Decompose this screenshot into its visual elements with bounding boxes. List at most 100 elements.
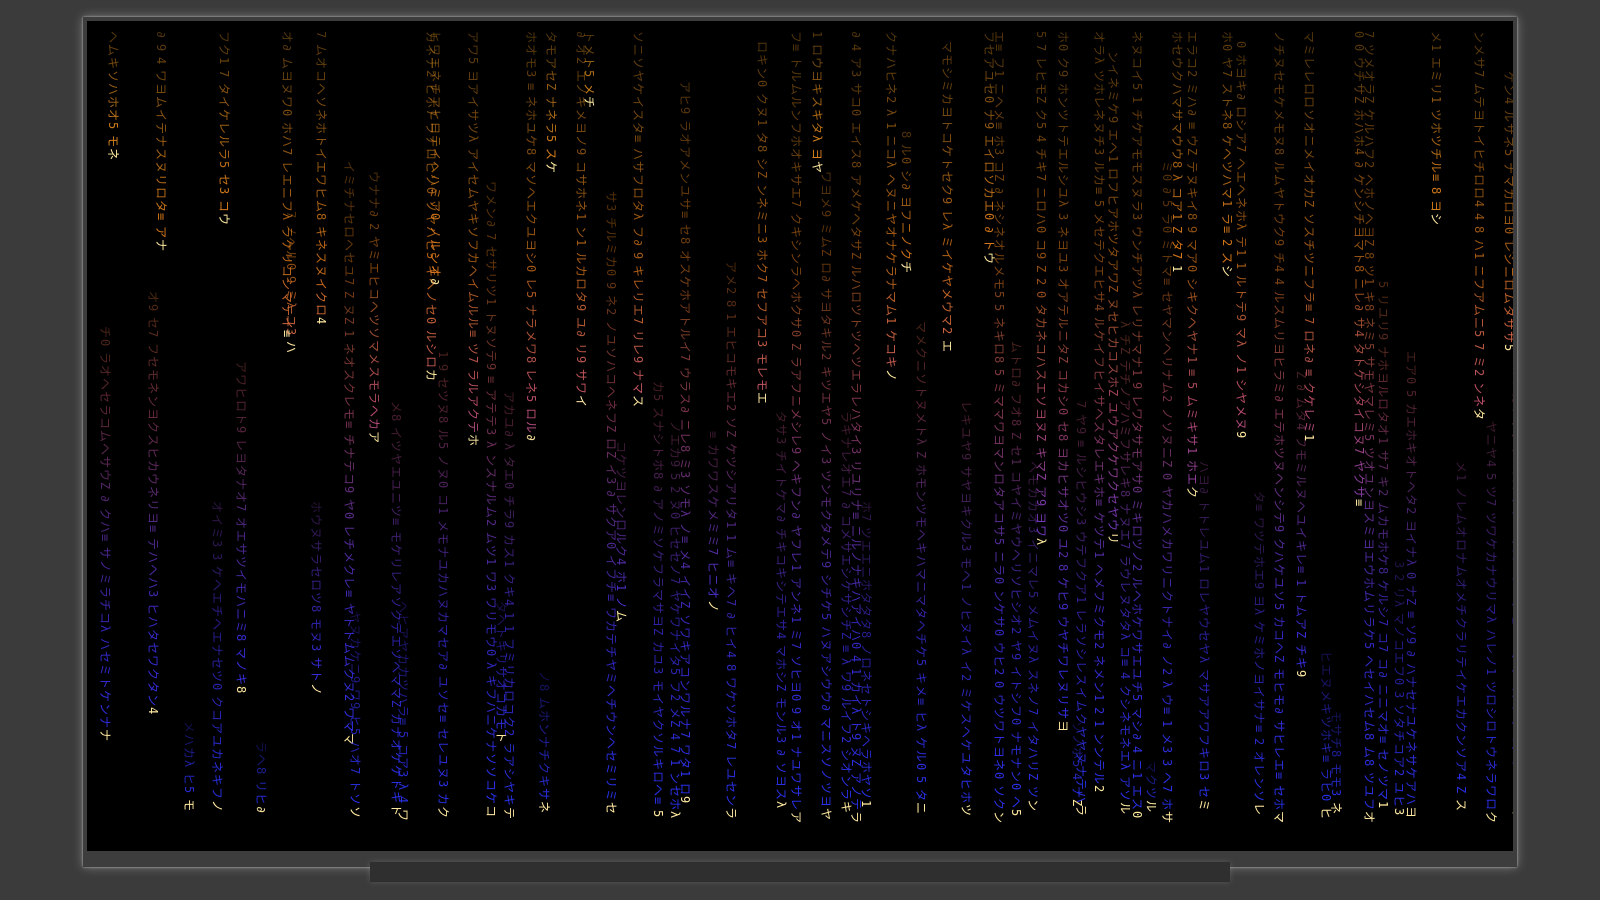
digital-rain-glyph-icon: ヌ bbox=[1272, 460, 1286, 472]
digital-rain-glyph-icon: ツ bbox=[484, 285, 498, 297]
digital-rain-glyph-icon: セ bbox=[544, 70, 558, 82]
digital-rain-glyph-icon: ヨ bbox=[1404, 520, 1418, 532]
digital-rain-glyph-icon: ル bbox=[1130, 577, 1144, 589]
digital-rain-glyph-icon: ホ bbox=[1362, 577, 1376, 589]
digital-rain-glyph-icon: セ bbox=[146, 356, 160, 368]
digital-rain-glyph-icon: オ bbox=[1362, 70, 1376, 82]
digital-rain-glyph-icon: ラ bbox=[859, 748, 873, 760]
digital-rain-glyph-icon: リ bbox=[389, 557, 403, 569]
digital-rain-glyph-icon: λ bbox=[1092, 57, 1106, 64]
digital-rain-glyph-icon: ≡ bbox=[678, 211, 692, 218]
digital-rain-glyph-icon: ノ bbox=[1118, 386, 1132, 398]
digital-rain-glyph-icon: オ bbox=[1376, 723, 1390, 735]
digital-rain-glyph-icon: ネ bbox=[210, 761, 224, 773]
digital-rain-glyph-icon: 9 bbox=[1009, 653, 1023, 660]
digital-rain-glyph-icon: ヤ bbox=[884, 213, 898, 225]
digital-rain-glyph-icon: セ bbox=[342, 252, 356, 264]
digital-rain-glyph-icon: 0 bbox=[992, 772, 1006, 779]
digital-rain-glyph-icon: 3 bbox=[1056, 213, 1070, 220]
digital-rain-glyph-icon: ナ bbox=[1510, 497, 1513, 509]
digital-rain-glyph-icon: Z bbox=[342, 291, 356, 298]
digital-rain-glyph-icon: λ bbox=[940, 223, 954, 230]
digital-rain-glyph-icon: ミ bbox=[992, 382, 1006, 394]
digital-rain-glyph-icon: ヘ bbox=[724, 586, 738, 598]
digital-rain-glyph-icon: ヘ bbox=[466, 265, 480, 277]
digital-rain-glyph-icon: ア bbox=[466, 83, 480, 95]
digital-rain-glyph-icon: ロ bbox=[1034, 200, 1048, 212]
monitor-frame: ヘムキソハホオ 5 モネチ 0 ラオヘセラコムヘサウ Z ∂ クハ ≡ サノミラチコ λ ハセミトケン… bbox=[83, 17, 1517, 867]
digital-rain-glyph-icon: 1 bbox=[1185, 447, 1199, 454]
digital-rain-glyph-icon: ヘ bbox=[98, 443, 112, 455]
digital-rain-glyph-icon: 5 bbox=[914, 659, 928, 666]
digital-rain-glyph-icon: ホ bbox=[914, 464, 928, 476]
digital-rain-glyph-icon: 5 bbox=[1484, 473, 1498, 480]
digital-rain-glyph-icon: 1 bbox=[724, 521, 738, 528]
digital-rain-glyph-icon: ル bbox=[1056, 161, 1070, 173]
digital-rain-glyph-icon: マ bbox=[884, 291, 898, 303]
digital-rain-glyph-icon: ヌ bbox=[484, 324, 498, 336]
digital-rain-glyph-icon: ヤ bbox=[1197, 643, 1211, 655]
digital-rain-glyph-icon: ク bbox=[1106, 441, 1120, 453]
digital-rain-glyph-icon: エ bbox=[367, 262, 381, 274]
digital-rain-glyph-icon: ホ bbox=[537, 710, 551, 722]
digital-rain-glyph-icon: ツ bbox=[1362, 44, 1376, 56]
digital-rain-glyph-icon: キ bbox=[1362, 291, 1376, 303]
digital-rain-glyph-icon: コ bbox=[98, 417, 112, 429]
digital-rain-glyph-icon: ハ bbox=[849, 408, 863, 420]
digital-rain-glyph-icon: ワ bbox=[1197, 721, 1211, 733]
digital-rain-glyph-icon: タ bbox=[724, 508, 738, 520]
digital-rain-glyph-icon: ス bbox=[631, 109, 645, 121]
digital-rain-glyph-icon: ラ bbox=[1454, 630, 1468, 642]
digital-rain-glyph-icon: ヒ bbox=[678, 94, 692, 106]
digital-rain-glyph-icon: Z bbox=[651, 628, 665, 635]
digital-rain-glyph-icon: ヘ bbox=[849, 213, 863, 225]
digital-rain-glyph-icon: 2 bbox=[367, 223, 381, 230]
digital-rain-glyph-icon: カ bbox=[574, 265, 588, 277]
digital-rain-glyph-icon: ツ bbox=[1484, 486, 1498, 498]
digital-rain-glyph-icon: ホ bbox=[524, 109, 538, 121]
digital-rain-glyph-icon: タ bbox=[1106, 246, 1120, 258]
digital-rain-glyph-icon: カ bbox=[1404, 403, 1418, 415]
digital-rain-glyph-icon: ル bbox=[774, 723, 788, 735]
digital-rain-glyph-icon: キ bbox=[810, 109, 824, 121]
digital-rain-glyph-icon: ケ bbox=[1454, 682, 1468, 694]
digital-rain-glyph-icon: テ bbox=[1252, 543, 1266, 555]
digital-rain-glyph-icon: ヨ bbox=[1472, 109, 1486, 121]
digital-rain-glyph-icon: サ bbox=[789, 174, 803, 186]
digital-rain-glyph-icon: λ bbox=[1484, 616, 1498, 623]
digital-rain-glyph-icon: ト bbox=[1272, 200, 1286, 212]
digital-rain-glyph-icon: キ bbox=[819, 327, 833, 339]
digital-rain-glyph-icon: ケ bbox=[1404, 767, 1418, 779]
digital-rain-glyph-icon: ヘ bbox=[959, 570, 973, 582]
digital-rain-glyph-icon: フ bbox=[789, 538, 803, 550]
digital-rain-glyph-icon: ケ bbox=[651, 550, 665, 562]
digital-rain-glyph-icon: フ bbox=[631, 226, 645, 238]
digital-rain-glyph-icon: ロ bbox=[1009, 367, 1023, 379]
digital-rain-glyph-icon: ミ bbox=[755, 210, 769, 222]
digital-rain-glyph-icon: テ bbox=[1056, 135, 1070, 147]
digital-rain-glyph-icon: 9 bbox=[574, 356, 588, 363]
digital-rain-glyph-icon: Z bbox=[678, 601, 692, 608]
digital-rain-glyph-icon: シ bbox=[789, 239, 803, 251]
digital-rain-glyph-icon: カ bbox=[1272, 616, 1286, 628]
digital-rain-glyph-icon: ル bbox=[574, 252, 588, 264]
digital-rain-glyph-icon: フ bbox=[1302, 278, 1316, 290]
digital-rain-glyph-icon: ミ bbox=[678, 458, 692, 470]
digital-rain-glyph-icon: ツ bbox=[992, 707, 1006, 719]
digital-rain-glyph-icon: ロ bbox=[992, 343, 1006, 355]
digital-rain-glyph-icon: ソ bbox=[1074, 635, 1088, 647]
digital-rain-glyph-icon: Z bbox=[604, 451, 618, 458]
digital-rain-glyph-icon: モ bbox=[367, 379, 381, 391]
digital-rain-glyph-icon: セ bbox=[724, 781, 738, 793]
digital-rain-glyph-icon: 9 bbox=[631, 252, 645, 259]
digital-rain-glyph-icon: ア bbox=[1034, 486, 1048, 498]
digital-rain-glyph-icon: ノ bbox=[819, 769, 833, 781]
digital-rain-glyph-icon: コ bbox=[724, 352, 738, 364]
digital-rain-glyph-icon: ヒ bbox=[1272, 356, 1286, 368]
digital-rain-glyph-icon: タ bbox=[574, 291, 588, 303]
digital-rain-glyph-icon: ナ bbox=[1185, 343, 1199, 355]
digital-rain-glyph-icon: マ bbox=[234, 647, 248, 659]
digital-rain-glyph-icon: タ bbox=[755, 132, 769, 144]
digital-rain-glyph-icon: ≡ bbox=[154, 213, 168, 220]
digital-rain-glyph-icon: ≡ bbox=[1185, 369, 1199, 376]
